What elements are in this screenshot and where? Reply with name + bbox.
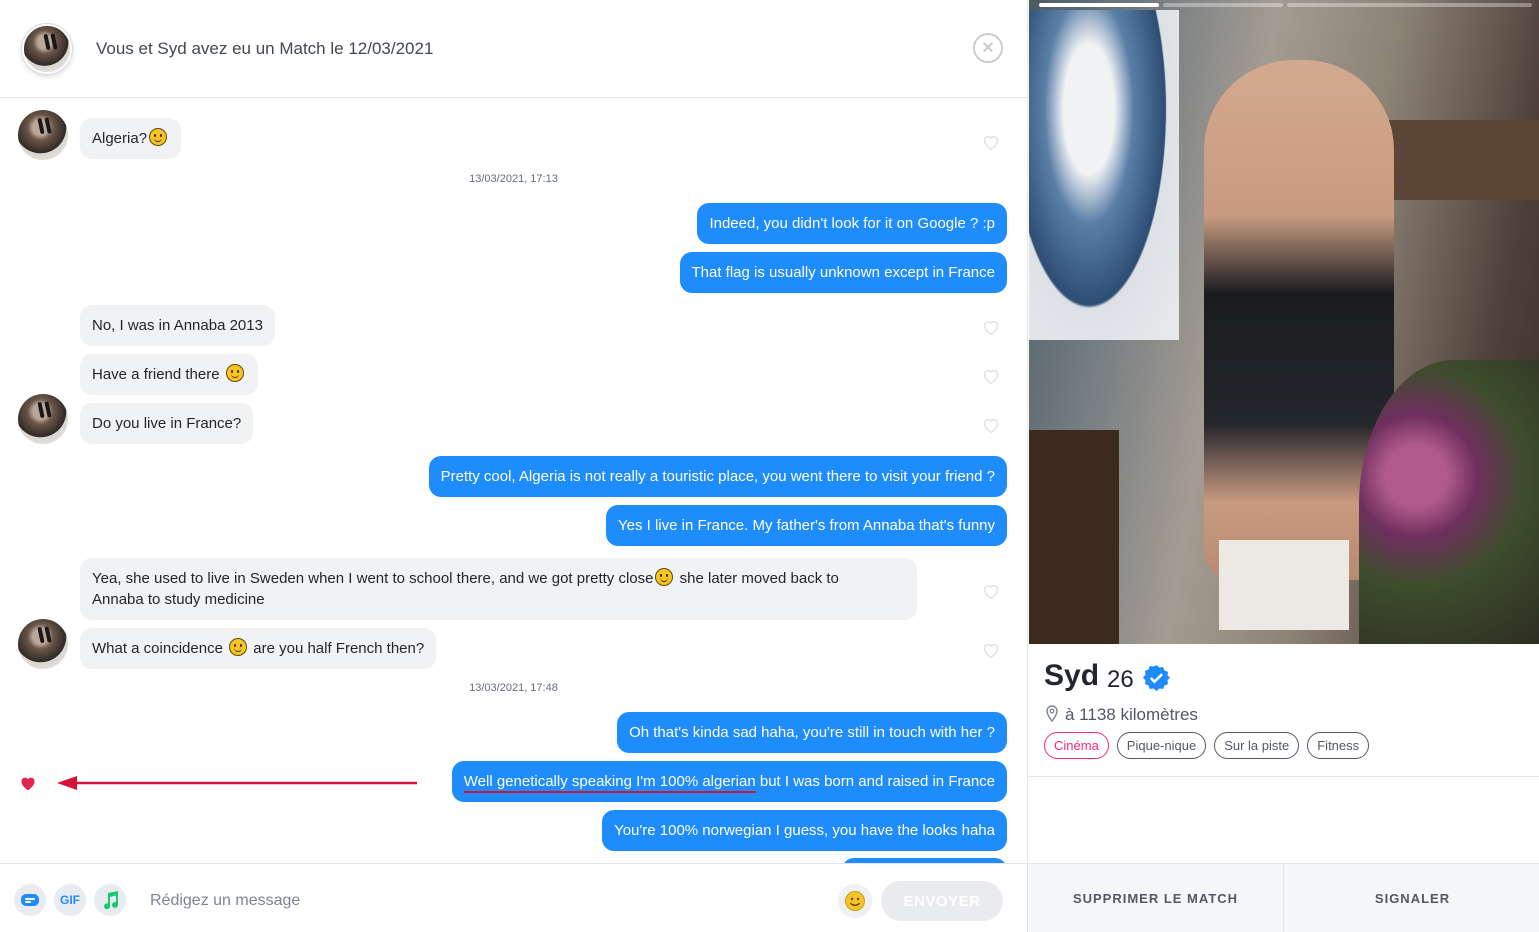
message-text: but I was born and raised in France bbox=[755, 773, 995, 790]
gif-button[interactable]: GIF bbox=[54, 884, 86, 916]
blush-emoji-icon bbox=[655, 568, 674, 586]
message-text: Yes I live in France. My father's from A… bbox=[617, 517, 995, 534]
report-button[interactable]: SIGNALER bbox=[1285, 864, 1539, 932]
message-bubble-incoming: What a coincidence are you half French t… bbox=[80, 628, 437, 669]
message-text: she later moved back to bbox=[675, 570, 839, 587]
message-bubble-outgoing: Yes I live in France. My father's from A… bbox=[605, 505, 1007, 546]
message-text: are you half French then? bbox=[253, 640, 425, 657]
unmatch-button[interactable]: SUPPRIMER LE MATCH bbox=[1028, 864, 1284, 932]
underlined-message-text: Well genetically speaking I'm 100% alger… bbox=[463, 773, 756, 793]
annotation-arrow bbox=[57, 776, 417, 790]
message-composer: GIF ENVOYER bbox=[0, 863, 1027, 932]
music-icon[interactable] bbox=[94, 884, 126, 916]
photo-flowers bbox=[1359, 360, 1539, 644]
match-date-title: Vous et Syd avez eu un Match le 12/03/20… bbox=[96, 39, 434, 58]
interest-chip: Cinéma bbox=[1044, 732, 1109, 759]
photo-wave-art bbox=[1029, 10, 1179, 340]
interest-list: Cinéma Pique-nique Sur la piste Fitness bbox=[1044, 732, 1370, 759]
like-heart-icon[interactable] bbox=[981, 416, 1001, 434]
message-bubble-outgoing: Well genetically speaking I'm 100% alger… bbox=[451, 761, 1007, 802]
photo-chair bbox=[1029, 430, 1119, 644]
message-text: Oh that's kinda sad haha, you're still i… bbox=[629, 724, 995, 741]
interest-chip: Fitness bbox=[1307, 732, 1370, 759]
like-heart-icon[interactable] bbox=[981, 641, 1001, 659]
message-text: No, I was in Annaba 2013 bbox=[92, 317, 263, 334]
message-text: Do you live in France? bbox=[92, 415, 242, 432]
chat-panel: Vous et Syd avez eu un Match le 12/03/20… bbox=[0, 0, 1027, 932]
message-timestamp: 13/03/2021, 17:13 bbox=[469, 173, 558, 185]
interest-chip: Sur la piste bbox=[1214, 732, 1300, 759]
photo-progress-segment[interactable] bbox=[1163, 3, 1283, 7]
message-timestamp: 13/03/2021, 17:48 bbox=[469, 682, 558, 694]
send-button[interactable]: ENVOYER bbox=[881, 881, 1003, 921]
message-text: Have a friend there bbox=[92, 366, 220, 383]
like-heart-icon[interactable] bbox=[981, 367, 1001, 385]
emoji-picker-icon[interactable] bbox=[838, 884, 872, 918]
message-text: Annaba to study medicine bbox=[92, 591, 265, 608]
smile-emoji-icon bbox=[149, 128, 168, 146]
message-bubble-outgoing: Pretty cool, Algeria is not really a tou… bbox=[428, 456, 1007, 497]
photo-box bbox=[1219, 540, 1349, 630]
message-bubble-incoming: Algeria? bbox=[80, 118, 182, 159]
interest-chip: Pique-nique bbox=[1116, 732, 1207, 759]
message-text: That flag is usually unknown except in F… bbox=[691, 264, 996, 281]
message-text: Algeria? bbox=[92, 130, 148, 147]
liked-heart-icon[interactable] bbox=[18, 774, 38, 792]
sticker-icon[interactable] bbox=[14, 884, 46, 916]
message-avatar[interactable] bbox=[18, 619, 68, 669]
message-bubble-incoming: No, I was in Annaba 2013 bbox=[80, 305, 275, 346]
message-text: Yea, she used to live in Sweden when I w… bbox=[92, 570, 654, 587]
smile-emoji-icon bbox=[229, 638, 248, 656]
message-bubble-outgoing: That flag is usually unknown except in F… bbox=[679, 252, 1007, 293]
message-text: Pretty cool, Algeria is not really a tou… bbox=[440, 468, 995, 485]
like-heart-icon[interactable] bbox=[981, 582, 1001, 600]
match-avatar[interactable] bbox=[22, 24, 72, 74]
profile-name: Syd bbox=[1044, 659, 1100, 692]
message-list[interactable]: Algeria? 13/03/2021, 17:13 Indeed, you d… bbox=[0, 98, 1027, 863]
message-text: You're 100% norwegian I guess, you have … bbox=[614, 822, 995, 839]
app-root: Vous et Syd avez eu un Match le 12/03/20… bbox=[0, 0, 1539, 932]
profile-info: Syd 26 à 1138 kilomètres Cinéma Pique-ni… bbox=[1028, 644, 1539, 777]
like-heart-icon[interactable] bbox=[981, 133, 1001, 151]
message-avatar[interactable] bbox=[18, 394, 68, 444]
message-bubble-incoming: Do you live in France? bbox=[80, 403, 254, 444]
close-icon[interactable]: × bbox=[973, 33, 1003, 63]
message-input[interactable] bbox=[150, 886, 810, 916]
message-bubble-incoming: Yea, she used to live in Sweden when I w… bbox=[80, 558, 917, 620]
profile-actions: SUPPRIMER LE MATCH SIGNALER bbox=[1028, 863, 1539, 932]
blush-emoji-icon bbox=[225, 364, 244, 382]
message-text: Indeed, you didn't look for it on Google… bbox=[709, 215, 995, 232]
profile-age: 26 bbox=[1107, 666, 1134, 693]
like-heart-icon[interactable] bbox=[981, 318, 1001, 336]
message-bubble-outgoing: Indeed, you didn't look for it on Google… bbox=[697, 203, 1007, 244]
message-bubble-outgoing: You're 100% norwegian I guess, you have … bbox=[602, 810, 1007, 851]
message-avatar[interactable] bbox=[18, 110, 68, 160]
photo-progress-segment[interactable] bbox=[1287, 3, 1532, 7]
distance-text: à 1138 kilomètres bbox=[1065, 705, 1198, 724]
photo-progress-segment-active[interactable] bbox=[1039, 3, 1159, 7]
chat-header: Vous et Syd avez eu un Match le 12/03/20… bbox=[0, 0, 1027, 98]
message-text: What a coincidence bbox=[92, 640, 223, 657]
photo-bookshelf bbox=[1369, 120, 1539, 200]
profile-panel: Syd 26 à 1138 kilomètres Cinéma Pique-ni… bbox=[1027, 0, 1539, 932]
message-bubble-incoming: Have a friend there bbox=[80, 354, 258, 395]
verified-badge-icon bbox=[1143, 665, 1170, 691]
location-pin-icon bbox=[1046, 705, 1058, 722]
profile-photo[interactable] bbox=[1029, 0, 1539, 644]
message-bubble-outgoing: Oh that's kinda sad haha, you're still i… bbox=[617, 712, 1007, 753]
